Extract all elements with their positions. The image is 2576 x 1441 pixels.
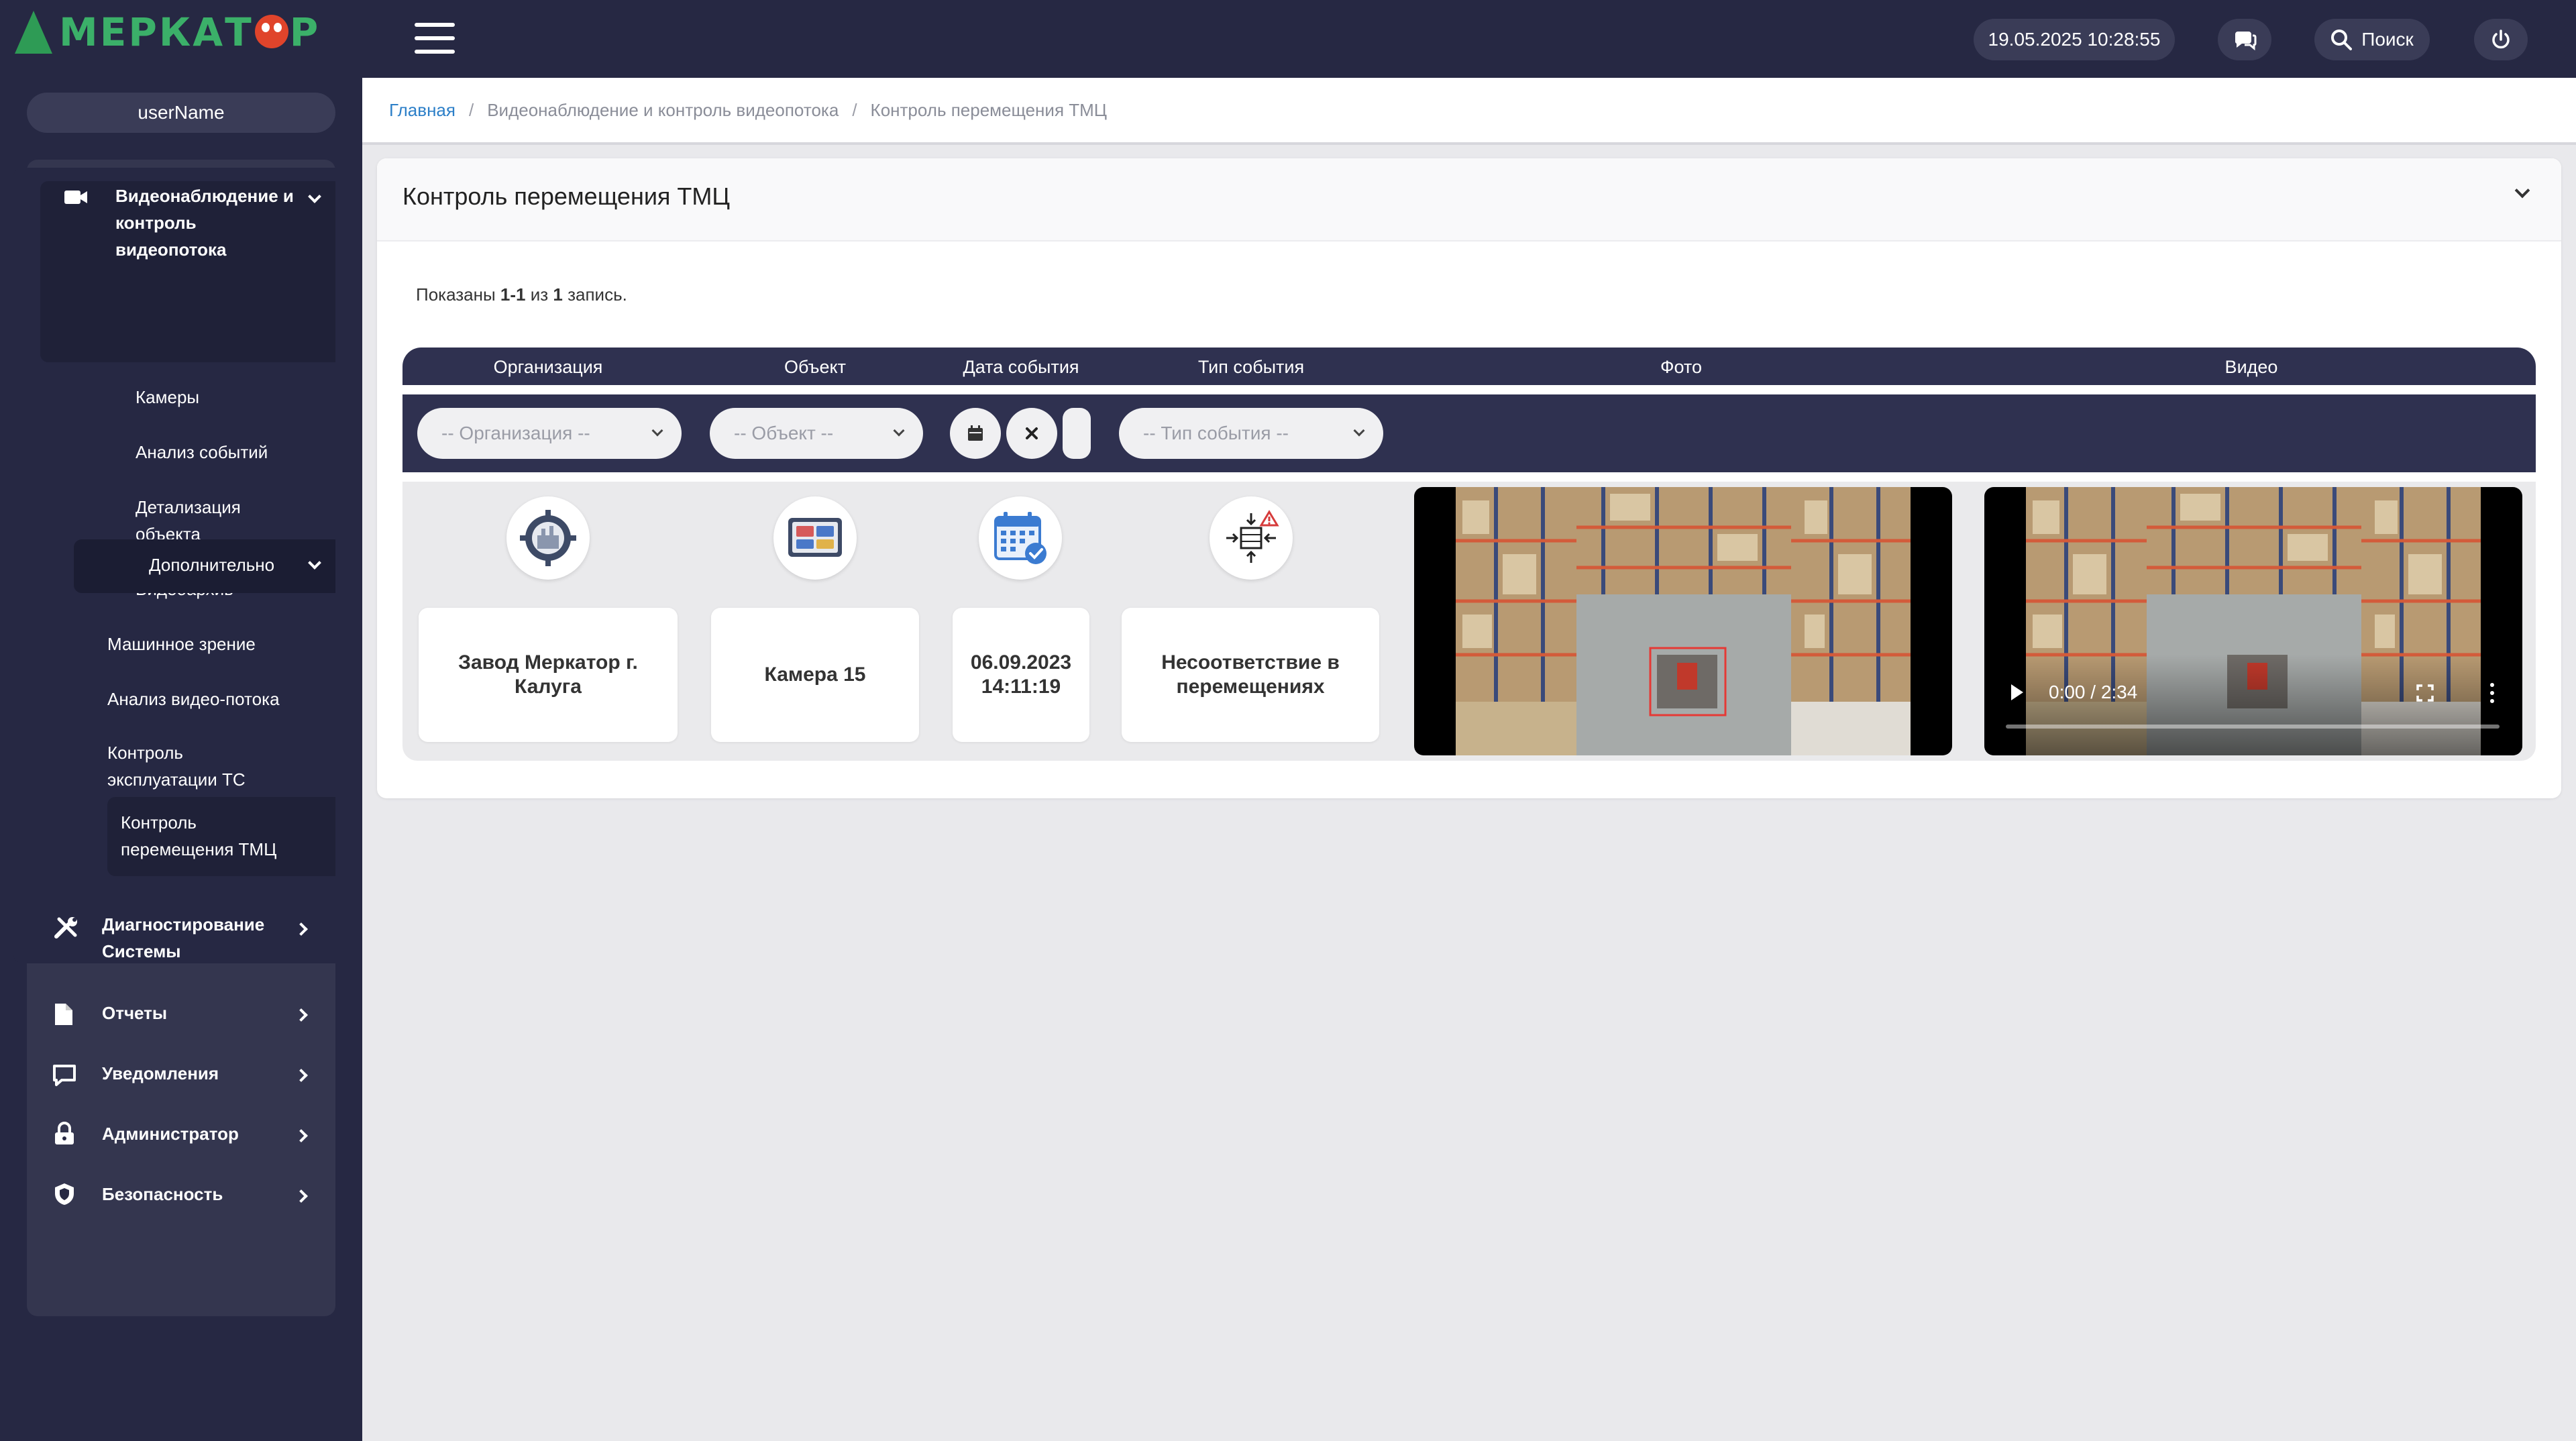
sidebar-section-label[interactable]: Отчеты: [102, 1000, 167, 1026]
event-date-cell: 06.09.2023 14:11:19: [953, 608, 1089, 742]
video-controls: 0:00 / 2:34: [1984, 655, 2522, 755]
ladybug-icon: [254, 15, 288, 48]
warehouse-photo: [1456, 487, 1911, 755]
column-header-photo: Фото: [1660, 357, 1703, 377]
organization-filter-select[interactable]: -- Организация --: [417, 408, 682, 459]
chevron-down-icon: [651, 425, 663, 437]
object-filter-select[interactable]: -- Объект --: [710, 408, 923, 459]
sidebar-item-more-label: Дополнительно: [149, 555, 275, 575]
breadcrumb-home-link[interactable]: Главная: [389, 100, 455, 121]
breadcrumb-separator: /: [468, 99, 474, 120]
organization-cell-icon: [506, 496, 590, 580]
event-type-cell-icon: [1210, 496, 1293, 580]
chat-button[interactable]: [2218, 19, 2271, 60]
video-camera-icon: [64, 191, 87, 204]
monitor-cameras-icon: [788, 518, 842, 557]
logout-button[interactable]: [2474, 19, 2528, 60]
tools-icon: [54, 917, 77, 939]
object-filter-placeholder: -- Объект --: [734, 423, 834, 443]
event-photo[interactable]: [1414, 487, 1952, 755]
search-button[interactable]: Поиск: [2314, 19, 2430, 60]
date-cell-icon: [979, 496, 1062, 580]
hamburger-line: [415, 36, 455, 40]
column-header-event-type[interactable]: Тип события: [1198, 357, 1304, 378]
power-icon: [2492, 30, 2510, 49]
top-bar: МЕРКАТ Р 19.05.2025 10:28:55 Поиск: [0, 0, 2576, 78]
sidebar: userName Видеонаблюдение и контроль виде…: [0, 78, 362, 1441]
search-label: Поиск: [2361, 29, 2414, 50]
sidebar-section-label[interactable]: Безопасность: [102, 1181, 223, 1208]
column-header-object[interactable]: Объект: [784, 357, 846, 378]
breadcrumb-current: Контроль перемещения ТМЦ: [870, 99, 1108, 120]
factory-gear-icon: [520, 510, 576, 566]
video-progress-bar[interactable]: [2006, 725, 2500, 729]
event-type-filter-placeholder: -- Тип события --: [1143, 423, 1289, 443]
video-time: 0:00 / 2:34: [2049, 682, 2138, 702]
chat-icon: [2235, 32, 2257, 50]
sidebar-item-cameras[interactable]: Камеры: [136, 384, 199, 411]
logo-tree-icon: [15, 11, 52, 54]
document-icon: [55, 1004, 72, 1025]
menu-toggle-button[interactable]: [415, 23, 455, 54]
sidebar-section-label[interactable]: Диагностирование Системы: [102, 911, 290, 965]
sidebar-section-label: Видеонаблюдение и контроль видеопотока: [115, 186, 294, 260]
message-icon: [53, 1065, 76, 1086]
logo-text: МЕРКАТ Р: [59, 9, 321, 55]
organization-cell: Завод Меркатор г. Калуга: [419, 608, 678, 742]
datetime-display: 19.05.2025 10:28:55: [1974, 19, 2175, 60]
object-cell: Камера 15: [711, 608, 919, 742]
event-video-player[interactable]: 0:00 / 2:34: [1984, 487, 2522, 755]
sidebar-section-label[interactable]: Уведомления: [102, 1060, 219, 1087]
sidebar-section-label[interactable]: Администратор: [102, 1120, 239, 1147]
collapse-chevron-icon[interactable]: [2514, 182, 2530, 199]
hamburger-line: [415, 23, 455, 27]
event-type-cell: Несоответствие в перемещениях: [1122, 608, 1379, 742]
shield-icon: [55, 1183, 74, 1205]
search-icon: [2331, 30, 2353, 50]
main-panel: Контроль перемещения ТМЦ Показаны 1-1 из…: [377, 158, 2561, 798]
close-icon: [1026, 427, 1038, 439]
lock-icon: [55, 1122, 74, 1144]
breadcrumb-section[interactable]: Видеонаблюдение и контроль видеопотока: [487, 100, 839, 121]
date-range-field[interactable]: [1063, 408, 1091, 459]
records-summary: Показаны 1-1 из 1 запись.: [416, 284, 627, 305]
sidebar-item-video-stream-analysis[interactable]: Анализ видео-потока: [107, 686, 280, 712]
clear-date-button[interactable]: [1006, 408, 1057, 459]
calendar-check-icon: [994, 512, 1046, 564]
sidebar-item-machine-vision[interactable]: Машинное зрение: [107, 631, 256, 657]
column-header-organization[interactable]: Организация: [494, 357, 603, 378]
table-row: Завод Меркатор г. Калуга Камера 15 06.09…: [402, 482, 2536, 761]
fullscreen-icon[interactable]: [2416, 684, 2434, 702]
breadcrumb-separator: /: [852, 99, 857, 120]
calendar-icon: [968, 425, 983, 441]
panel-header: Контроль перемещения ТМЦ: [377, 158, 2561, 242]
page-title: Контроль перемещения ТМЦ: [402, 182, 731, 210]
sidebar-item-tmc-movement-label: Контроль перемещения ТМЦ: [121, 812, 277, 859]
table-filters: -- Организация -- -- Объект -- -- Тип со…: [402, 394, 2536, 472]
user-name-pill[interactable]: userName: [27, 93, 335, 133]
play-icon[interactable]: [2011, 684, 2023, 700]
event-type-filter-select[interactable]: -- Тип события --: [1119, 408, 1383, 459]
table-header: Организация Объект Дата события Тип собы…: [402, 348, 2536, 385]
date-picker-button[interactable]: [950, 408, 1001, 459]
object-cell-icon: [773, 496, 857, 580]
sidebar-item-vehicle-operation[interactable]: Контроль эксплуатации ТС: [107, 739, 282, 793]
column-header-event-date[interactable]: Дата события: [963, 357, 1079, 378]
box-movement-warning-icon: [1226, 510, 1279, 563]
chevron-down-icon: [1353, 425, 1365, 437]
more-options-icon[interactable]: [2490, 683, 2494, 703]
chevron-down-icon: [893, 425, 905, 437]
breadcrumb: Главная / Видеонаблюдение и контроль вид…: [362, 78, 2576, 145]
organization-filter-placeholder: -- Организация --: [441, 423, 590, 443]
hamburger-line: [415, 50, 455, 54]
logo[interactable]: МЕРКАТ Р: [15, 9, 320, 55]
column-header-video: Видео: [2224, 357, 2278, 377]
sidebar-item-event-analysis[interactable]: Анализ событий: [136, 439, 268, 466]
